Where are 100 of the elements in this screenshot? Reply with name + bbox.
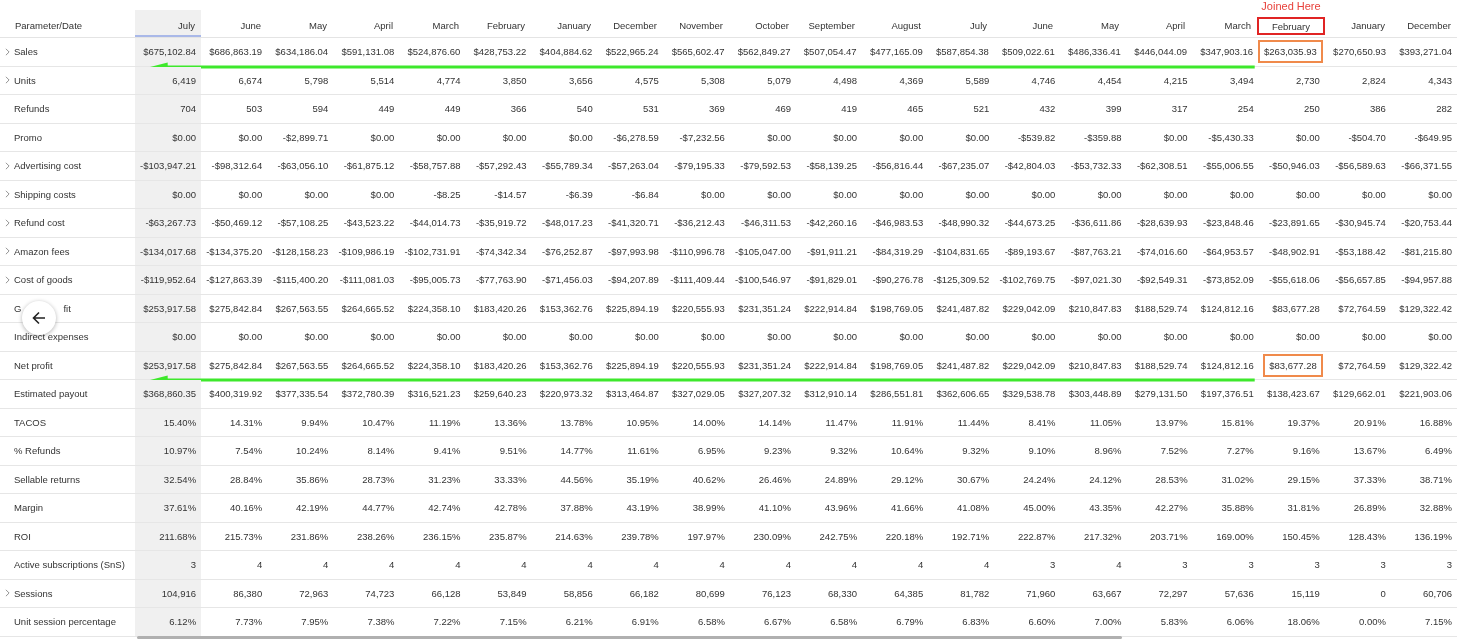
- table-cell: 6,674: [238, 74, 263, 86]
- table-cell: -$71,456.03: [541, 274, 593, 286]
- column-header[interactable]: March: [399, 0, 465, 37]
- expand-chevron-icon[interactable]: [5, 76, 10, 85]
- table-cell: $0.00: [172, 188, 197, 200]
- table-cell: 6.91%: [631, 616, 659, 628]
- table-cell: -$6.39: [565, 188, 593, 200]
- table-cell: -$111,081.03: [339, 274, 395, 286]
- expand-chevron-icon[interactable]: [5, 47, 10, 56]
- column-header[interactable]: July: [927, 0, 993, 37]
- column-header[interactable]: August: [861, 0, 927, 37]
- table-cell: 7.15%: [1425, 616, 1452, 628]
- row-label: TACOS: [14, 416, 47, 428]
- table-cell: $0.00: [1163, 131, 1188, 143]
- table-cell: 60,706: [1422, 587, 1452, 599]
- table-cell: $241,487.82: [936, 302, 990, 314]
- table-cell: 469: [775, 103, 791, 115]
- table-cell: $0.00: [370, 331, 395, 343]
- table-cell: $329,538.78: [1002, 388, 1056, 400]
- table-cell: -$57,263.04: [608, 160, 659, 172]
- table-cell: -$46,983.53: [872, 217, 924, 229]
- table-cell: 3,494: [1229, 74, 1254, 86]
- scrollbar[interactable]: [137, 636, 1122, 639]
- column-header: Parameter/Date: [14, 20, 84, 33]
- column-header[interactable]: April: [333, 0, 399, 37]
- column-header[interactable]: May: [267, 0, 333, 37]
- table-cell: $0.00: [1163, 188, 1188, 200]
- table-cell: 43.19%: [626, 502, 659, 514]
- table-cell: -$42,260.16: [806, 217, 858, 229]
- column-header[interactable]: January: [531, 0, 597, 37]
- column-header[interactable]: June: [993, 0, 1059, 37]
- column-header[interactable]: July: [135, 10, 201, 37]
- column-header[interactable]: October: [729, 0, 795, 37]
- table-cell: 594: [312, 103, 329, 115]
- row-label: Net profit: [14, 359, 53, 371]
- table-cell: 4,498: [833, 74, 858, 86]
- column-header[interactable]: February: [465, 0, 531, 37]
- table-cell: $562,849.27: [737, 46, 791, 58]
- expand-chevron-icon[interactable]: [5, 589, 10, 598]
- table-cell: $225,894.19: [605, 359, 659, 371]
- column-header[interactable]: June: [201, 0, 267, 37]
- table-cell: 66,182: [629, 587, 659, 599]
- table-cell: 3: [1050, 559, 1056, 571]
- table-cell: -$6.84: [631, 188, 659, 200]
- row-label: Active subscriptions (SnS): [14, 559, 125, 571]
- table-cell: 6.67%: [764, 616, 791, 628]
- back-arrow-icon: [31, 310, 47, 326]
- table-cell: 6.79%: [896, 616, 924, 628]
- table-cell: $0.00: [502, 331, 527, 343]
- expand-chevron-icon[interactable]: [5, 218, 10, 227]
- table-cell: 5,079: [767, 74, 791, 86]
- table-cell: $446,044.09: [1134, 46, 1187, 58]
- table-cell: 0.00%: [1358, 616, 1386, 628]
- table-cell: 419: [841, 103, 858, 115]
- table-cell: $0.00: [172, 331, 197, 343]
- table-cell: 540: [576, 103, 593, 115]
- expand-chevron-icon[interactable]: [5, 161, 10, 170]
- table-cell: $0.00: [1362, 331, 1386, 343]
- column-header[interactable]: March: [1191, 0, 1257, 37]
- column-header[interactable]: Joined Here February: [1257, 0, 1325, 37]
- column-header[interactable]: May: [1059, 0, 1125, 37]
- expand-chevron-icon[interactable]: [5, 275, 10, 284]
- table-cell: 15,119: [1291, 587, 1320, 599]
- table-cell: 44.77%: [362, 502, 395, 514]
- column-header[interactable]: April: [1125, 0, 1191, 37]
- table-cell: $0.00: [304, 188, 329, 200]
- table-cell: 42.19%: [296, 502, 329, 514]
- table-cell: 230.09%: [753, 530, 791, 542]
- table-cell: 24.89%: [824, 473, 858, 485]
- table-cell: 10.47%: [362, 416, 395, 428]
- table-cell: -$42,804.03: [1004, 160, 1056, 172]
- table-cell: -$36,212.43: [674, 217, 725, 229]
- column-header[interactable]: December: [597, 0, 663, 37]
- column-header[interactable]: December: [1391, 0, 1457, 37]
- table-cell: $0.00: [1031, 188, 1056, 200]
- table-cell: 3,850: [502, 74, 527, 86]
- table-cell: $129,322.42: [1399, 359, 1452, 371]
- table-cell: $0.00: [635, 331, 659, 343]
- table-cell: -$98,312.64: [211, 160, 263, 172]
- expand-chevron-icon[interactable]: [5, 247, 10, 256]
- table-cell: 449: [378, 103, 395, 115]
- column-header[interactable]: September: [795, 0, 861, 37]
- table-cell: -$73,852.09: [1202, 274, 1254, 286]
- table-cell: $313,464.87: [605, 388, 659, 400]
- table-cell: $0.00: [1296, 331, 1320, 343]
- column-header[interactable]: November: [663, 0, 729, 37]
- table-cell: -$48,017.23: [541, 217, 593, 229]
- table-cell: -$43,523.22: [343, 217, 395, 229]
- table-cell: -$127,863.39: [206, 274, 263, 286]
- table-cell: 136.19%: [1414, 530, 1452, 542]
- table-cell: -$102,769.75: [999, 274, 1056, 286]
- table-cell: -$36,611.86: [1071, 217, 1122, 229]
- table-cell: 32.54%: [163, 473, 197, 485]
- back-button[interactable]: [22, 301, 56, 335]
- column-header[interactable]: January: [1325, 0, 1391, 37]
- row-label: Advertising cost: [14, 160, 82, 172]
- expand-chevron-icon[interactable]: [5, 190, 10, 199]
- table-cell: 10.97%: [163, 445, 197, 457]
- table-cell: $0.00: [1296, 188, 1320, 200]
- table-cell: -$57,292.43: [475, 160, 527, 172]
